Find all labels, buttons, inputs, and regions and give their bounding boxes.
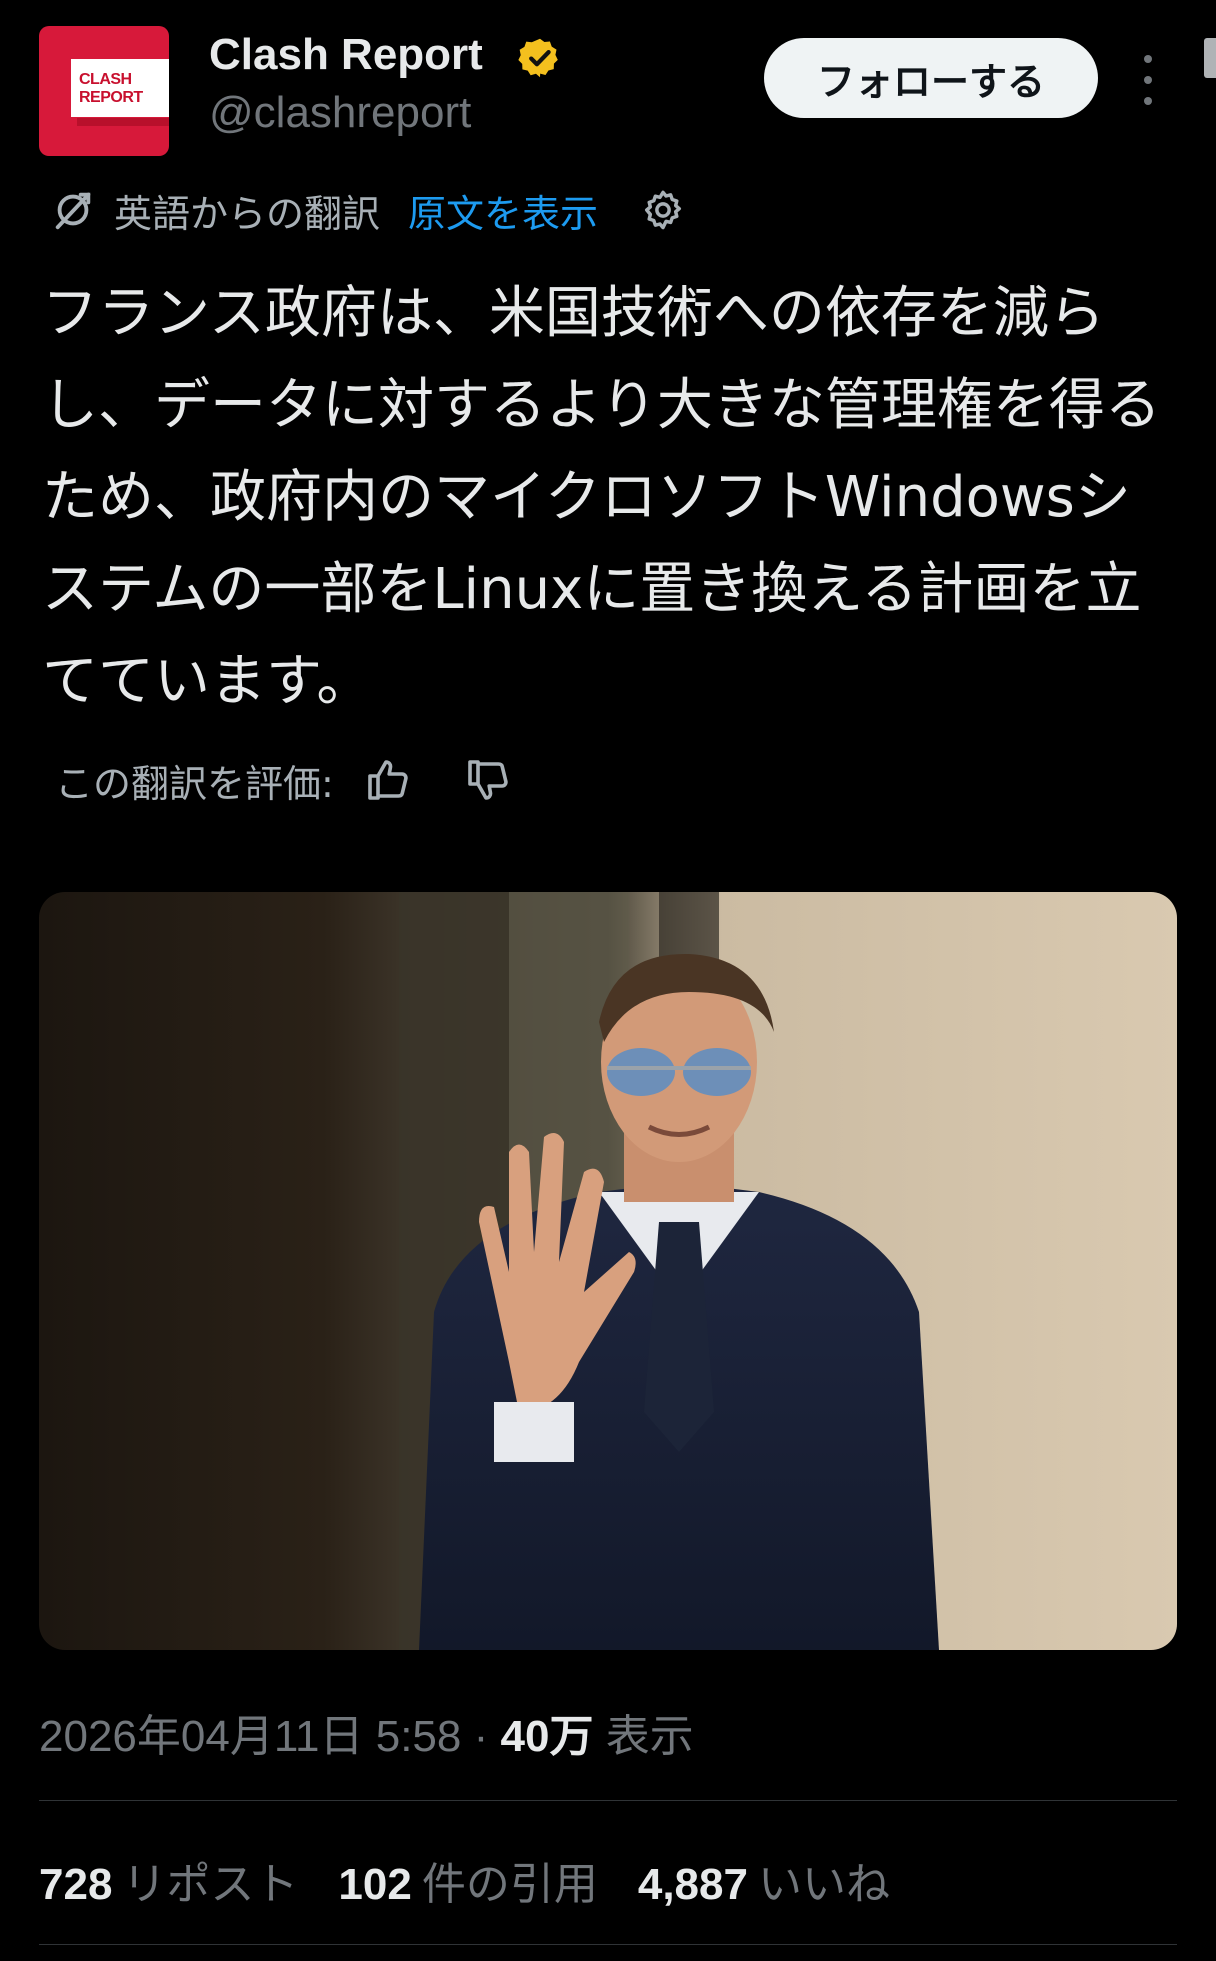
translation-row: 英語からの翻訳 原文を表示 xyxy=(50,182,686,238)
likes-stat[interactable]: 4,887 いいね xyxy=(638,1848,890,1912)
more-dot xyxy=(1144,97,1152,105)
quotes-stat[interactable]: 102 件の引用 xyxy=(338,1848,597,1912)
views-count: 40万 xyxy=(500,1712,594,1761)
more-dot xyxy=(1144,55,1152,63)
avatar-stripe xyxy=(77,118,169,126)
post-image[interactable] xyxy=(39,892,1177,1650)
reposts-stat[interactable]: 728 リポスト xyxy=(39,1848,298,1912)
translate-icon xyxy=(55,192,91,230)
more-dot xyxy=(1144,76,1152,84)
avatar[interactable]: CLASH REPORT xyxy=(39,26,169,156)
author-name[interactable]: Clash Report xyxy=(209,30,483,80)
post-text: フランス政府は、米国技術への依存を減らし、データに対するより大きな管理権を得るた… xyxy=(42,281,1161,714)
rate-translation: この翻訳を評価: xyxy=(55,752,512,808)
follow-button[interactable]: フォローする xyxy=(764,38,1098,118)
likes-count: 4,887 xyxy=(637,1860,748,1909)
divider xyxy=(39,1944,1177,1945)
views-label: 表示 xyxy=(605,1712,694,1761)
avatar-logo: CLASH REPORT xyxy=(71,59,169,117)
scroll-indicator xyxy=(1204,38,1216,78)
avatar-logo-line1: CLASH xyxy=(79,71,132,88)
reposts-count: 728 xyxy=(39,1860,113,1909)
post-stats: 728 リポスト 102 件の引用 4,887 いいね xyxy=(39,1848,930,1912)
meta-separator: · xyxy=(473,1712,489,1761)
gear-icon[interactable] xyxy=(640,187,686,233)
rate-translation-label: この翻訳を評価: xyxy=(55,761,334,806)
show-original-link[interactable]: 原文を表示 xyxy=(408,183,598,238)
reposts-label: リポスト xyxy=(122,1860,299,1909)
post-meta: 2026年04月11日 5:58 · 40万 表示 xyxy=(39,1700,694,1764)
author-handle[interactable]: @clashreport xyxy=(209,88,471,138)
avatar-logo-line2: REPORT xyxy=(79,89,143,106)
translation-label: 英語からの翻訳 xyxy=(114,191,381,236)
divider xyxy=(39,1800,1177,1801)
quotes-label: 件の引用 xyxy=(421,1860,598,1909)
likes-label: いいね xyxy=(757,1860,890,1909)
photo-illustration xyxy=(39,892,1177,1650)
post-date[interactable]: 2026年04月11日 5:58 xyxy=(39,1712,461,1761)
quotes-count: 102 xyxy=(338,1860,412,1909)
more-options-icon[interactable] xyxy=(1138,55,1158,105)
verified-badge-icon xyxy=(518,38,558,78)
thumbs-up-icon[interactable] xyxy=(364,756,412,804)
thumbs-down-icon[interactable] xyxy=(464,756,512,804)
